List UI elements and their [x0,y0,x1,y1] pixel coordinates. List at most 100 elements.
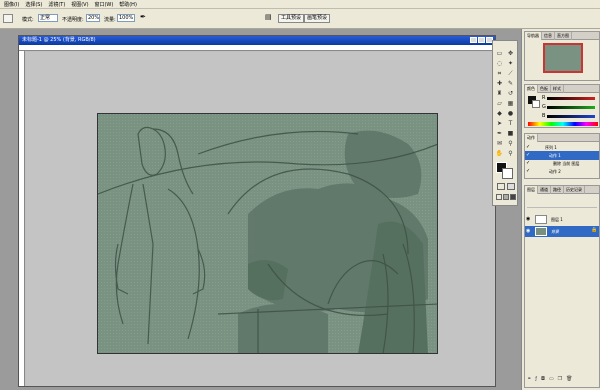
opacity-label: 不透明度: [62,17,84,23]
eraser-tool-icon[interactable]: ▱ [495,99,504,108]
pen-tool-icon[interactable]: ✒ [495,129,504,138]
background-color-swatch[interactable] [502,168,513,179]
menu-select[interactable]: 选择(S) [25,1,42,8]
quickmask-off-icon[interactable] [497,183,505,190]
sketch-drawing [98,114,437,353]
navigator-panel: 导航器 信息 直方图 [524,31,600,81]
trash-icon[interactable]: 🗑 [566,376,576,382]
tab-color[interactable]: 颜色 [525,85,538,93]
tab-tool-presets[interactable]: 工具预设 [278,14,305,23]
ruler-vertical [19,51,25,386]
flow-input[interactable]: 100% [117,14,135,22]
navigator-thumbnail[interactable] [543,43,583,73]
layer-row[interactable]: ◉ 图层 1 [525,214,599,225]
color-panel: 颜色 色板 样式 R G B [524,84,600,128]
r-slider[interactable] [547,97,595,100]
blur-tool-icon[interactable]: ◆ [495,109,504,118]
tab-paths[interactable]: 路径 [551,186,564,194]
pasteboard [26,52,495,386]
menu-window[interactable]: 窗口(W) [94,1,113,8]
layer-row-selected[interactable]: ◉ 背景 🔒 [525,226,599,237]
mode-label: 模式: [22,17,34,23]
action-label: 动作 1 [549,153,561,158]
eyedropper-icon[interactable]: ⚲ [506,139,515,148]
screen-mode-full-icon[interactable] [510,194,516,200]
tab-styles[interactable]: 样式 [551,85,564,93]
dodge-tool-icon[interactable]: ● [506,109,515,118]
color-spectrum[interactable] [528,122,598,126]
marquee-tool-icon[interactable]: ▭ [495,49,504,58]
menu-image[interactable]: 图像(I) [4,1,19,8]
crop-tool-icon[interactable]: ⌗ [495,69,504,78]
tab-channels[interactable]: 通道 [538,186,551,194]
new-layer-icon[interactable]: ❐ [558,376,566,382]
eye-icon[interactable]: ◉ [526,216,532,222]
g-label: G [542,104,546,110]
layer-footer-buttons: ⚭ƒ◘▭❐🗑 [527,376,597,385]
lock-icon: 🔒 [591,227,598,233]
menu-view[interactable]: 视图(V) [71,1,88,8]
magic-wand-icon[interactable]: ✦ [506,59,515,68]
move-tool-icon[interactable]: ✥ [506,49,515,58]
menu-help[interactable]: 帮助(H) [119,1,137,8]
tab-actions[interactable]: 动作 [525,134,538,142]
layer-thumbnail [535,215,547,224]
action-set-label: 序列 1 [545,145,557,150]
tab-navigator[interactable]: 导航器 [525,32,542,40]
tab-swatches[interactable]: 色板 [538,85,551,93]
screen-mode-full-menu-icon[interactable] [503,194,509,200]
check-icon[interactable]: ✓ [526,144,532,150]
notes-tool-icon[interactable]: ✉ [495,139,504,148]
slice-tool-icon[interactable]: ⟋ [506,69,515,78]
history-brush-icon[interactable]: ↺ [506,89,515,98]
gradient-tool-icon[interactable]: ▦ [506,99,515,108]
layer-thumbnail [535,227,547,236]
path-select-icon[interactable]: ➤ [495,119,504,128]
shape-tool-icon[interactable]: ■ [506,129,515,138]
menu-filter[interactable]: 滤镜(T) [48,1,65,8]
opacity-input[interactable]: 20% [86,14,100,22]
tab-history[interactable]: 历史记录 [564,186,585,194]
maximize-button[interactable] [478,37,485,43]
tab-layers[interactable]: 图层 [525,186,538,194]
mask-icon[interactable]: ◘ [541,376,549,382]
ruler-horizontal [19,45,495,51]
flow-label: 流量: [104,17,116,23]
action-row[interactable]: ✓ 动作 2 [525,167,599,176]
tab-histogram[interactable]: 直方图 [555,32,572,40]
type-tool-icon[interactable]: T [506,119,515,128]
new-set-icon[interactable]: ▭ [549,376,558,382]
check-icon[interactable]: ✓ [526,152,532,158]
brush-tool-icon[interactable]: ✎ [506,79,515,88]
tab-brush-presets[interactable]: 画笔预设 [304,14,331,23]
canvas-artwork[interactable] [97,113,438,354]
zoom-tool-icon[interactable]: ⚲ [506,149,515,158]
palette-well: 导航器 信息 直方图 颜色 色板 样式 R G B 动作 ✓ 序列 1 ✓ 动作 1 ✓ [521,29,600,390]
b-label: B [542,113,546,119]
check-icon[interactable]: ✓ [526,168,532,174]
airbrush-icon[interactable]: ✒ [140,13,149,22]
minimize-button[interactable] [470,37,477,43]
actions-tabs: 动作 [525,134,599,142]
eye-icon[interactable]: ◉ [526,228,532,234]
document-title[interactable]: 未标题-1 @ 25% (背景, RGB/8) [19,36,495,45]
healing-brush-icon[interactable]: ✚ [495,79,504,88]
tab-info[interactable]: 信息 [542,32,555,40]
layers-tabs: 图层 通道 路径 历史记录 [525,186,599,194]
screen-mode-standard-icon[interactable] [496,194,502,200]
document-window: 未标题-1 @ 25% (背景, RGB/8) [18,35,496,387]
actions-panel: 动作 ✓ 序列 1 ✓ 动作 1 ✓ 删除 当前 图层 ✓ 动作 2 [524,133,600,179]
layers-panel: 图层 通道 路径 历史记录 ◉ 图层 1 ◉ 背景 🔒 ⚭ƒ◘▭❐🗑 [524,185,600,388]
mode-select[interactable]: 正常 [38,14,58,22]
lasso-tool-icon[interactable]: ◌ [495,59,504,68]
quickmask-on-icon[interactable] [507,183,515,190]
stamp-tool-icon[interactable]: ♜ [495,89,504,98]
check-icon[interactable]: ✓ [526,160,532,166]
b-slider[interactable] [547,115,595,118]
color-bg-swatch[interactable] [532,100,540,108]
hand-tool-icon[interactable]: ✋ [495,149,504,158]
brush-tool-preset-icon[interactable] [3,14,13,23]
link-icon[interactable]: ⚭ [527,376,535,382]
g-slider[interactable] [547,106,595,109]
file-browser-icon[interactable]: ▤ [265,13,275,23]
